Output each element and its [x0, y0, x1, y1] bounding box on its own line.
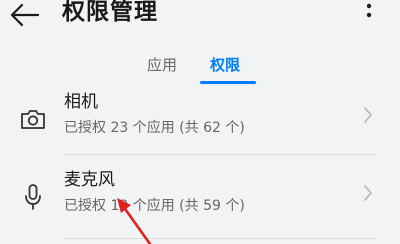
permission-row-microphone[interactable]: 麦克风 已授权 13 个应用 (共 59 个) [0, 168, 400, 232]
app-header: 权限管理 [0, 0, 400, 40]
permission-name: 麦克风 [64, 170, 115, 190]
tab-indicator [200, 81, 256, 84]
tab-permissions[interactable]: 权限 [210, 54, 240, 76]
microphone-icon [25, 184, 41, 210]
permission-summary: 已授权 23 个应用 (共 62 个) [64, 120, 245, 136]
chevron-right-icon [364, 185, 372, 201]
permission-row-camera[interactable]: 相机 已授权 23 个应用 (共 62 个) [0, 90, 400, 154]
tab-bar: 应用 权限 [0, 50, 400, 90]
chevron-right-icon [364, 107, 372, 123]
camera-icon [21, 110, 45, 129]
permission-name: 相机 [64, 92, 98, 112]
tab-apps[interactable]: 应用 [147, 54, 177, 76]
row-divider [64, 154, 376, 155]
more-vertical-icon[interactable] [358, 2, 380, 28]
page-title: 权限管理 [62, 0, 158, 25]
annotation-arrow-icon [117, 198, 152, 244]
arrow-left-icon[interactable] [8, 2, 42, 28]
